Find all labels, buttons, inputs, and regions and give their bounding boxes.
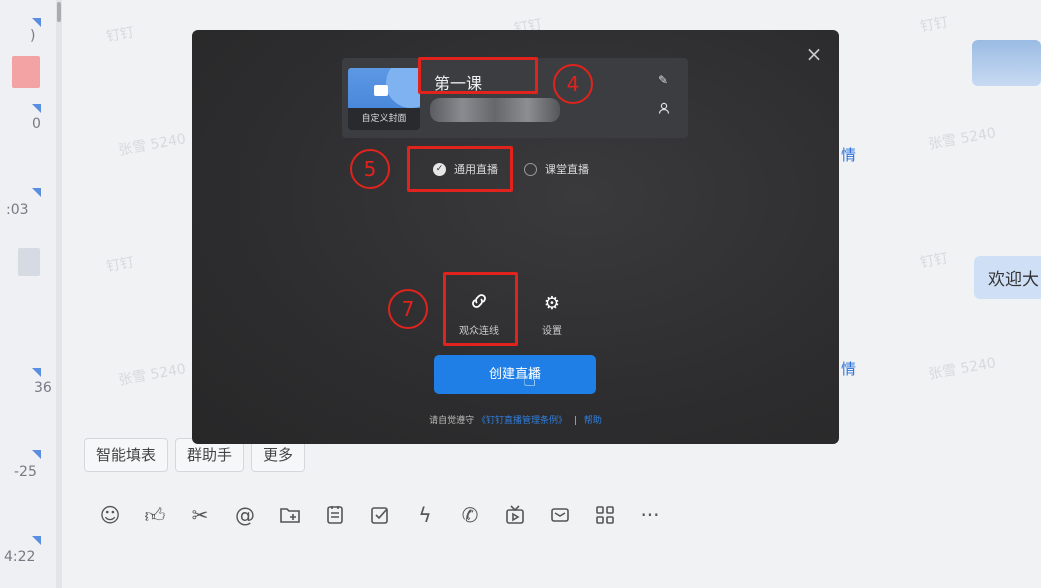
cover-decoration [386, 68, 420, 108]
annotation-box [407, 146, 513, 192]
terms-notice: 请自觉遵守 《钉钉直播管理条例》 | 帮助 [192, 413, 839, 426]
scrollbar[interactable] [57, 2, 61, 22]
at-icon[interactable]: @ [227, 500, 263, 530]
annotation-number: 4 [553, 64, 593, 104]
mail-icon[interactable] [542, 500, 578, 530]
hand-cursor-icon: ☝ [523, 367, 537, 392]
custom-cover[interactable]: 自定义封面 [348, 68, 420, 130]
thumbs-up-icon[interactable]: 👍︎ [137, 500, 173, 530]
create-live-button[interactable]: 创建直播 [434, 355, 596, 394]
detail-link[interactable]: 情 [841, 144, 856, 165]
time-label: 36 [34, 380, 52, 396]
person-icon[interactable] [658, 102, 670, 117]
annotation-number: 5 [350, 149, 390, 189]
scissors-icon[interactable]: ✂ [182, 500, 218, 530]
detail-link[interactable]: 情 [841, 358, 856, 379]
radio-unchecked-icon [524, 162, 537, 176]
annotation-box [418, 57, 538, 94]
time-label: -25 [14, 464, 37, 480]
live-type-classroom[interactable]: 课堂直播 [524, 161, 589, 177]
unread-marker [32, 368, 41, 377]
document-icon[interactable] [317, 500, 353, 530]
emoji-icon[interactable]: ☺ [92, 500, 128, 530]
camera-icon [374, 85, 388, 96]
live-type-label: 课堂直播 [545, 163, 589, 176]
checkbox-icon[interactable] [362, 500, 398, 530]
unread-marker [32, 450, 41, 459]
smart-form-button[interactable]: 智能填表 [84, 438, 169, 472]
time-label: :03 [6, 202, 29, 218]
lightning-icon[interactable]: ϟ [407, 500, 443, 530]
close-icon[interactable]: × [802, 42, 826, 66]
unread-marker [32, 104, 41, 113]
phone-icon[interactable]: ✆ [452, 500, 488, 530]
time-label: ) [30, 28, 36, 44]
apps-icon[interactable] [587, 500, 623, 530]
time-label: 0 [32, 116, 41, 132]
cover-label: 自定义封面 [348, 108, 420, 130]
unread-marker [32, 18, 41, 27]
input-toolbar: ☺ 👍︎ ✂ @ ϟ ✆ ··· [92, 500, 677, 530]
message-bubble: 欢迎大 [974, 256, 1041, 299]
tv-icon[interactable] [497, 500, 533, 530]
help-link[interactable]: 帮助 [584, 416, 602, 426]
unread-marker [32, 536, 41, 545]
terms-link[interactable]: 《钉钉直播管理条例》 [477, 416, 567, 426]
terms-prefix: 请自觉遵守 [429, 416, 475, 426]
session-list-strip: ) 0 :03 36 -25 4:22 [0, 0, 62, 588]
terms-separator: | [573, 416, 577, 426]
annotation-number: 7 [388, 289, 428, 329]
more-icon[interactable]: ··· [632, 500, 668, 530]
edit-icon[interactable]: ✎ [658, 73, 668, 87]
blurred-avatar [12, 56, 40, 88]
blurred-host-name [430, 98, 560, 122]
blurred-avatar [18, 248, 40, 276]
function-label: 设置 [542, 326, 562, 337]
gear-icon: ⚙ [543, 293, 561, 314]
unread-marker [32, 188, 41, 197]
time-label: 4:22 [4, 549, 36, 565]
settings-button[interactable]: ⚙ 设置 [522, 292, 582, 337]
folder-add-icon[interactable] [272, 500, 308, 530]
blurred-image-message[interactable] [972, 40, 1041, 86]
annotation-box [443, 272, 518, 346]
